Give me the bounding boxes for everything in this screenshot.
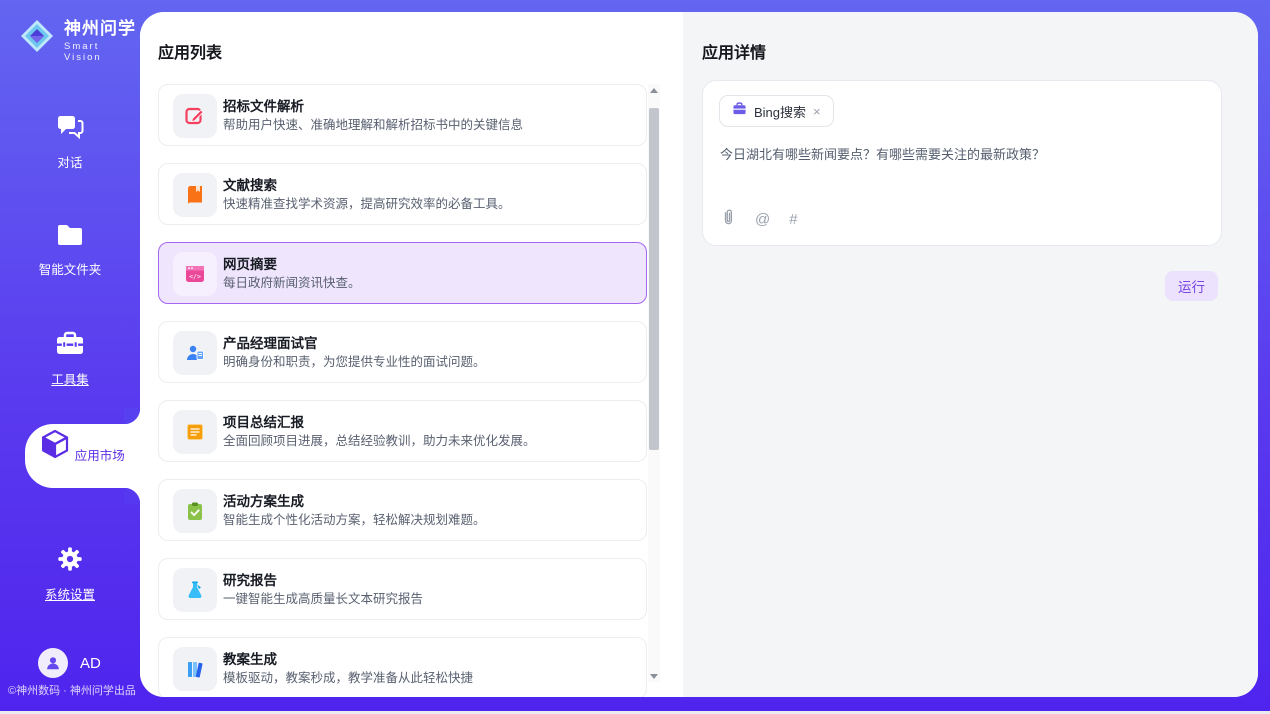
app-card-desc: 快速精准查找学术资源，提高研究效率的必备工具。 <box>223 193 511 212</box>
folder-icon <box>0 222 140 253</box>
app-card-desc: 帮助用户快速、准确地理解和解析招标书中的关键信息 <box>223 114 523 133</box>
toolbox-icon <box>0 330 140 363</box>
tool-tag-label: Bing搜索 <box>754 102 806 121</box>
app-frame: 神州问学 Smart Vision 对话 智能文件夹 <box>0 0 1270 711</box>
composer-toolbar: @ # <box>720 208 798 231</box>
app-card-lesson-plan[interactable]: 教案生成 模板驱动，教案秒成，教学准备从此轻松快捷 <box>158 637 647 697</box>
paperclip-icon[interactable] <box>720 208 736 231</box>
app-card-title: 产品经理面试官 <box>223 332 318 352</box>
close-icon[interactable]: × <box>813 105 821 118</box>
report-note-icon <box>173 410 217 454</box>
app-detail-panel: 应用详情 Bing搜索 × 今日湖北有哪些新闻要点？有哪些需要关注的最新政策？ <box>683 12 1258 697</box>
hash-topic-icon[interactable]: # <box>789 211 797 228</box>
run-button[interactable]: 运行 <box>1165 271 1218 301</box>
svg-text:</>: </> <box>189 273 201 281</box>
app-card-title: 教案生成 <box>223 648 277 668</box>
sidebar: 神州问学 Smart Vision 对话 智能文件夹 <box>0 0 140 711</box>
selection-curve-bottom <box>124 488 140 504</box>
app-card-title: 项目总结汇报 <box>223 411 304 431</box>
gear-icon <box>0 545 140 578</box>
app-card-title: 招标文件解析 <box>223 95 304 115</box>
content-window: 应用列表 招标文件解析 帮助用户快速、准确地理解和解析招标书中的关键信息 <box>140 12 1258 697</box>
research-icon <box>173 568 217 612</box>
sidebar-item-toolset[interactable]: 工具集 <box>0 330 140 389</box>
at-mention-icon[interactable]: @ <box>755 211 770 228</box>
brand-subtitle: Smart Vision <box>64 41 140 63</box>
app-card-title: 研究报告 <box>223 569 277 589</box>
app-card-desc: 全面回顾项目进展，总结经验教训，助力未来优化发展。 <box>223 430 536 449</box>
sidebar-item-chat[interactable]: 对话 <box>0 113 140 172</box>
brand-logo: 神州问学 Smart Vision <box>18 14 140 63</box>
app-card-desc: 每日政府新闻资讯快查。 <box>223 272 361 291</box>
cube-icon <box>40 447 74 464</box>
query-composer[interactable]: Bing搜索 × 今日湖北有哪些新闻要点？有哪些需要关注的最新政策？ @ # <box>702 80 1222 246</box>
app-card-title: 文献搜索 <box>223 174 277 194</box>
query-text[interactable]: 今日湖北有哪些新闻要点？有哪些需要关注的最新政策？ <box>720 145 1200 165</box>
app-detail-title: 应用详情 <box>702 39 766 63</box>
app-card-literature-search[interactable]: 文献搜索 快速精准查找学术资源，提高研究效率的必备工具。 <box>158 163 647 225</box>
app-card-web-summary[interactable]: </> 网页摘要 每日政府新闻资讯快查。 <box>158 242 647 304</box>
app-card-title: 网页摘要 <box>223 253 277 273</box>
app-card-desc: 智能生成个性化活动方案，轻松解决规划难题。 <box>223 509 486 528</box>
avatar <box>38 648 68 678</box>
app-list-scrollbar[interactable] <box>648 84 660 682</box>
brand-name: 神州问学 <box>64 14 140 39</box>
app-card-desc: 明确身份和职责，为您提供专业性的面试问题。 <box>223 351 486 370</box>
selection-curve-top <box>124 408 140 424</box>
scroll-down-icon[interactable] <box>648 670 660 682</box>
sidebar-item-label: 智能文件夹 <box>39 263 102 277</box>
sidebar-item-smart-folder[interactable]: 智能文件夹 <box>0 222 140 279</box>
sidebar-item-label: 工具集 <box>51 373 89 387</box>
user-account[interactable]: AD <box>38 648 101 678</box>
brand-diamond-icon <box>18 17 56 60</box>
clipboard-check-icon <box>173 489 217 533</box>
sidebar-item-app-market[interactable]: 应用市场 <box>25 428 140 465</box>
sidebar-item-settings[interactable]: 系统设置 <box>0 545 140 604</box>
sidebar-item-label: 系统设置 <box>45 588 95 602</box>
tool-tag-bing-search[interactable]: Bing搜索 × <box>719 95 834 127</box>
app-list-panel: 应用列表 招标文件解析 帮助用户快速、准确地理解和解析招标书中的关键信息 <box>140 12 683 697</box>
briefcase-icon <box>732 102 747 121</box>
app-card-event-plan[interactable]: 活动方案生成 智能生成个性化活动方案，轻松解决规划难题。 <box>158 479 647 541</box>
books-icon <box>173 647 217 691</box>
copyright-footer: ©神州数码 · 神州问学出品 <box>8 682 136 698</box>
scrollbar-thumb[interactable] <box>649 108 659 450</box>
app-card-title: 活动方案生成 <box>223 490 304 510</box>
app-card-list: 招标文件解析 帮助用户快速、准确地理解和解析招标书中的关键信息 文献搜索 快速精… <box>158 84 647 697</box>
sidebar-item-label: 对话 <box>57 156 82 170</box>
edit-square-icon <box>173 94 217 138</box>
sidebar-item-label: 应用市场 <box>75 449 125 463</box>
chat-icon <box>0 113 140 146</box>
user-initials: AD <box>80 655 101 672</box>
app-card-tender-analysis[interactable]: 招标文件解析 帮助用户快速、准确地理解和解析招标书中的关键信息 <box>158 84 647 146</box>
app-card-research-report[interactable]: 研究报告 一键智能生成高质量长文本研究报告 <box>158 558 647 620</box>
app-card-desc: 模板驱动，教案秒成，教学准备从此轻松快捷 <box>223 667 473 686</box>
scroll-up-icon[interactable] <box>648 84 660 96</box>
browser-code-icon: </> <box>173 252 217 296</box>
app-card-project-summary[interactable]: 项目总结汇报 全面回顾项目进展，总结经验教训，助力未来优化发展。 <box>158 400 647 462</box>
app-card-desc: 一键智能生成高质量长文本研究报告 <box>223 588 423 607</box>
app-list-title: 应用列表 <box>158 39 222 63</box>
app-card-pm-interviewer[interactable]: 产品经理面试官 明确身份和职责，为您提供专业性的面试问题。 <box>158 321 647 383</box>
interviewer-icon <box>173 331 217 375</box>
book-icon <box>173 173 217 217</box>
